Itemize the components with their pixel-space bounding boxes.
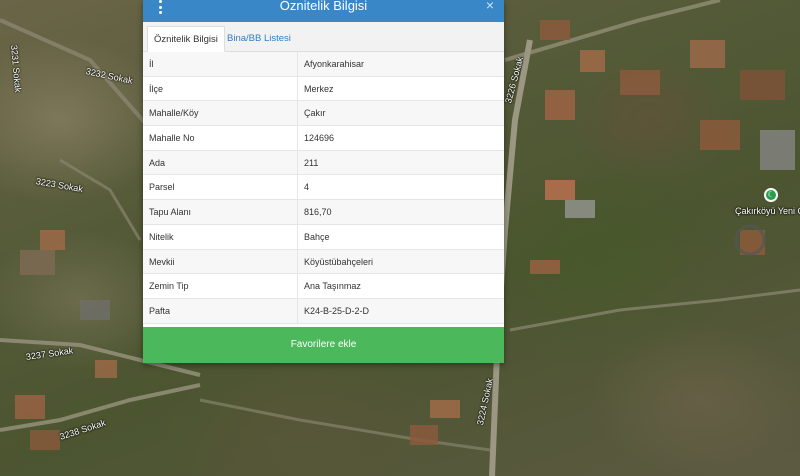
table-row: İl Afyonkarahisar bbox=[143, 52, 504, 77]
table-row: Mahalle/Köy Çakır bbox=[143, 101, 504, 127]
attribute-table: İl Afyonkarahisar İlçe Merkez Mahalle/Köy Ç… bbox=[143, 52, 504, 324]
table-row: Zemin Tip Ana Taşınmaz bbox=[143, 274, 504, 299]
table-row: Nitelik Bahçe bbox=[143, 224, 504, 250]
tab-attribute-info[interactable]: Öznitelik Bilgisi bbox=[147, 26, 225, 52]
add-to-favorites-button[interactable]: Favorilere ekle bbox=[143, 327, 504, 363]
tab-bar: Öznitelik Bilgisi Bina/BB Listesi bbox=[143, 22, 504, 52]
row-key: Mevkii bbox=[143, 249, 298, 274]
table-row: Pafta K24-B-25-D-2-D bbox=[143, 298, 504, 324]
row-key: Parsel bbox=[143, 175, 298, 200]
panel-title: Öznitelik Bilgisi bbox=[279, 0, 368, 13]
row-key: Tapu Alanı bbox=[143, 200, 298, 224]
close-icon[interactable]: × bbox=[486, 0, 494, 13]
poi-label: Çakırköyü Yeni Ca bbox=[735, 206, 800, 216]
row-key: Ada bbox=[143, 150, 298, 175]
row-value: 124696 bbox=[304, 133, 335, 144]
row-value: Bahçe bbox=[304, 231, 330, 242]
panel-header: Öznitelik Bilgisi × bbox=[143, 0, 504, 22]
tab-building-list[interactable]: Bina/BB Listesi bbox=[221, 26, 297, 52]
table-row: Tapu Alanı 816,70 bbox=[143, 200, 504, 225]
row-key: Zemin Tip bbox=[143, 274, 298, 298]
table-row: İlçe Merkez bbox=[143, 76, 504, 102]
table-row: Mahalle No 124696 bbox=[143, 126, 504, 151]
table-row: Mevkii Köyüstübahçeleri bbox=[143, 249, 504, 275]
mosque-icon[interactable]: ☾ bbox=[764, 188, 778, 202]
attribute-panel: Öznitelik Bilgisi × Öznitelik Bilgisi Bi… bbox=[143, 0, 504, 363]
table-row: Ada 211 bbox=[143, 150, 504, 176]
row-value: 816,70 bbox=[304, 207, 332, 218]
row-key: İl bbox=[143, 52, 298, 76]
row-key: İlçe bbox=[143, 76, 298, 101]
row-value: Merkez bbox=[304, 83, 334, 94]
table-row: Parsel 4 bbox=[143, 175, 504, 201]
row-value: 211 bbox=[304, 157, 319, 168]
row-value: Çakır bbox=[304, 108, 326, 119]
row-value: Ana Taşınmaz bbox=[304, 281, 361, 292]
row-value: K24-B-25-D-2-D bbox=[304, 305, 370, 316]
row-value: 4 bbox=[304, 182, 310, 193]
row-key: Pafta bbox=[143, 298, 298, 323]
row-key: Nitelik bbox=[143, 224, 298, 249]
row-key: Mahalle/Köy bbox=[143, 101, 298, 126]
row-key: Mahalle No bbox=[143, 126, 298, 150]
row-value: Köyüstübahçeleri bbox=[304, 256, 374, 267]
row-value: Afyonkarahisar bbox=[304, 59, 365, 69]
